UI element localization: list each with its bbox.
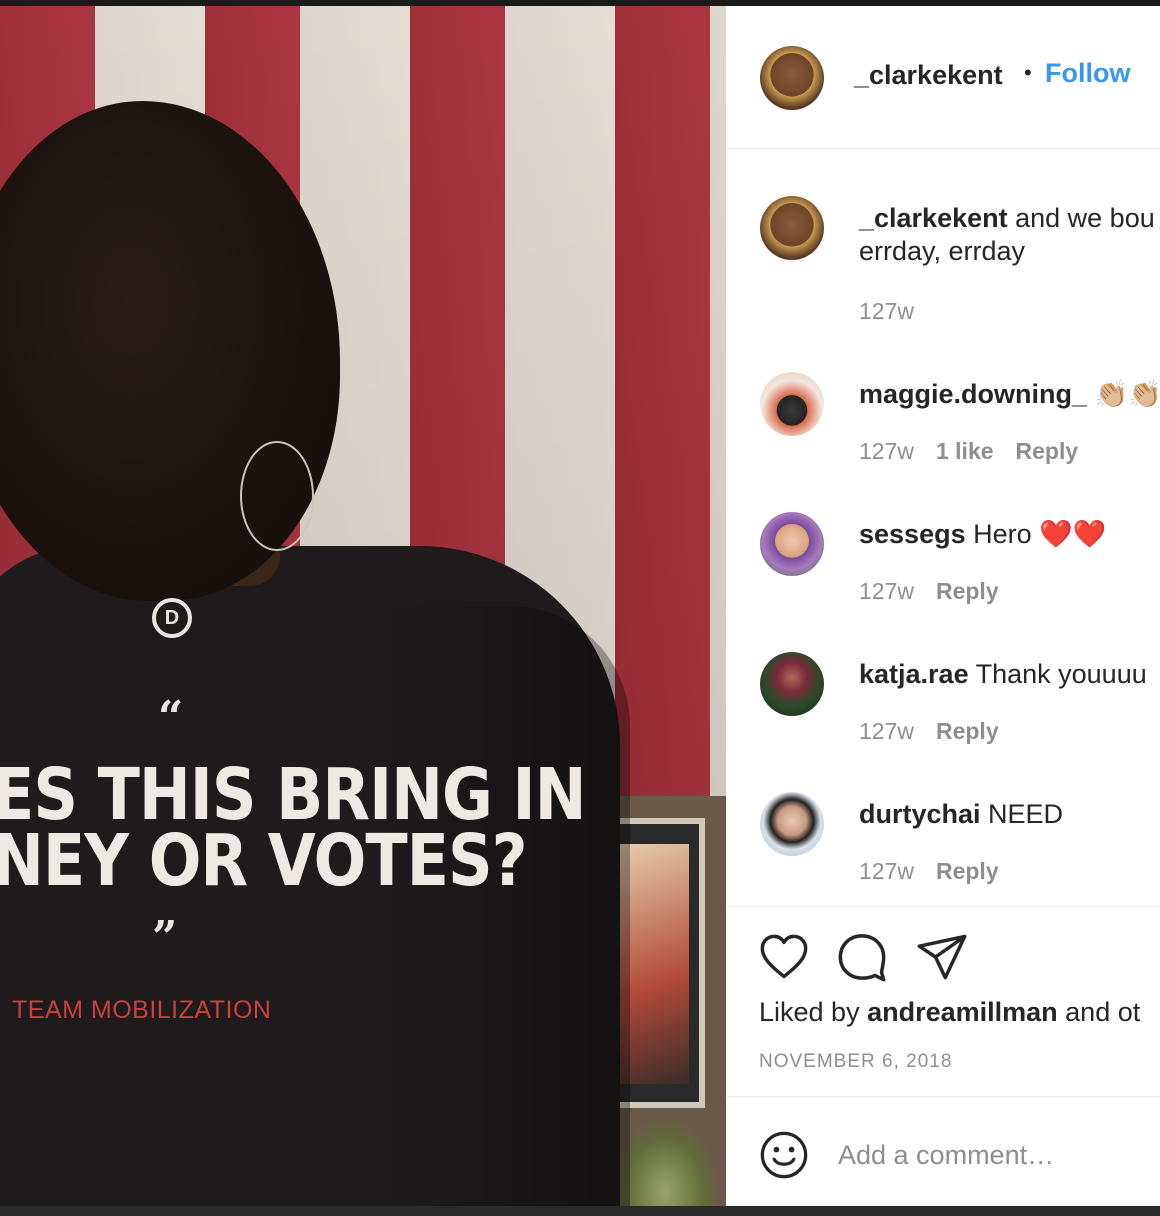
reply-button[interactable]: Reply — [936, 718, 999, 744]
comment-icon-svg — [838, 934, 886, 982]
caption-meta: 127w — [859, 298, 936, 325]
author-avatar[interactable] — [760, 46, 824, 110]
shirt-team-text: TEAM MOBILIZATION — [12, 996, 272, 1024]
caption-line1: _clarkekent and we bou — [859, 200, 1155, 236]
liked-by-prefix: Liked by — [759, 997, 868, 1027]
liked-by-user[interactable]: andreamillman — [867, 997, 1058, 1027]
comment-avatar[interactable] — [760, 372, 824, 436]
separator-dot: • — [1024, 60, 1032, 85]
emoji-icon[interactable] — [758, 1129, 810, 1181]
comment-meta: 127w Reply — [859, 718, 1021, 745]
post-sidebar: _clarkekent • Follow _clarkekent and we … — [726, 6, 1160, 1206]
caption-avatar[interactable] — [760, 196, 824, 260]
comment-input[interactable] — [838, 1133, 1158, 1177]
share-icon[interactable] — [916, 931, 968, 983]
comment-username[interactable]: sessegs — [859, 519, 966, 549]
comment-avatar[interactable] — [760, 792, 824, 856]
comment-item: sessegs Hero ❤️❤️ 127w Reply — [726, 512, 1160, 612]
shirt-text-line2: NEY OR VOTES? — [0, 818, 528, 903]
comment-age: 127w — [859, 718, 914, 744]
post-date[interactable]: NOVEMBER 6, 2018 — [759, 1051, 952, 1073]
post-actions: Liked by andreamillman and ot NOVEMBER 6… — [726, 906, 1160, 1096]
shirt-quote-close: ” — [152, 912, 178, 963]
comment-body: durtychai NEED — [859, 796, 1063, 832]
caption-text-line2: errday, errday — [859, 236, 1026, 266]
add-comment-bar — [726, 1096, 1160, 1206]
comment-text: Thank youuuu — [968, 659, 1147, 689]
caption: _clarkekent and we bou errday, errday 12… — [726, 196, 1160, 326]
author-username[interactable]: _clarkekent — [854, 60, 1003, 91]
comment-body: katja.rae Thank youuuu — [859, 656, 1147, 692]
comment-avatar[interactable] — [760, 652, 824, 716]
comment-username[interactable]: maggie.downing_ — [859, 379, 1087, 409]
comment-meta: 127w Reply — [859, 858, 1021, 885]
comment-body: sessegs Hero ❤️❤️ — [859, 516, 1106, 552]
comment-item: maggie.downing_ 👏🏼👏🏼 127w 1 like Reply — [726, 372, 1160, 472]
follow-button[interactable]: Follow — [1045, 58, 1130, 89]
heart-icon[interactable] — [758, 931, 810, 983]
comment-age: 127w — [859, 858, 914, 884]
shirt-quote-open: “ — [158, 692, 184, 743]
comment-username[interactable]: durtychai — [859, 799, 981, 829]
comment-age: 127w — [859, 438, 914, 464]
post-header: _clarkekent • Follow — [726, 6, 1160, 149]
comment-username[interactable]: katja.rae — [859, 659, 969, 689]
comment-icon[interactable] — [836, 931, 888, 983]
backdrop-strip-bottom — [0, 1206, 1160, 1216]
earring — [240, 441, 314, 551]
comment-item: durtychai NEED 127w Reply — [726, 792, 1160, 892]
shirt-shade — [380, 606, 630, 1206]
comment-meta: 127w 1 like Reply — [859, 438, 1100, 465]
post-photo[interactable]: D “ ES THIS BRING IN NEY OR VOTES? ” TEA… — [0, 6, 726, 1206]
comment-item: katja.rae Thank youuuu 127w Reply — [726, 652, 1160, 752]
liked-by-suffix[interactable]: and ot — [1058, 997, 1140, 1027]
caption-username[interactable]: _clarkekent — [859, 203, 1008, 233]
comment-text: NEED — [980, 799, 1064, 829]
comment-text: Hero ❤️❤️ — [965, 519, 1107, 549]
emoji-icon-svg — [760, 1131, 808, 1179]
share-icon-svg — [917, 934, 967, 980]
comment-avatar[interactable] — [760, 512, 824, 576]
comment-body: maggie.downing_ 👏🏼👏🏼 — [859, 376, 1160, 412]
comment-text: 👏🏼👏🏼 — [1087, 379, 1160, 409]
caption-age: 127w — [859, 298, 914, 324]
liked-by-text: Liked by andreamillman and ot — [759, 997, 1140, 1028]
comment-likes[interactable]: 1 like — [936, 438, 994, 464]
reply-button[interactable]: Reply — [936, 858, 999, 884]
heart-icon-svg — [760, 934, 808, 979]
reply-button[interactable]: Reply — [1016, 438, 1079, 464]
comment-age: 127w — [859, 578, 914, 604]
party-logo: D — [152, 598, 192, 638]
caption-text: and we bou — [1007, 203, 1155, 233]
reply-button[interactable]: Reply — [936, 578, 999, 604]
comment-meta: 127w Reply — [859, 578, 1021, 605]
